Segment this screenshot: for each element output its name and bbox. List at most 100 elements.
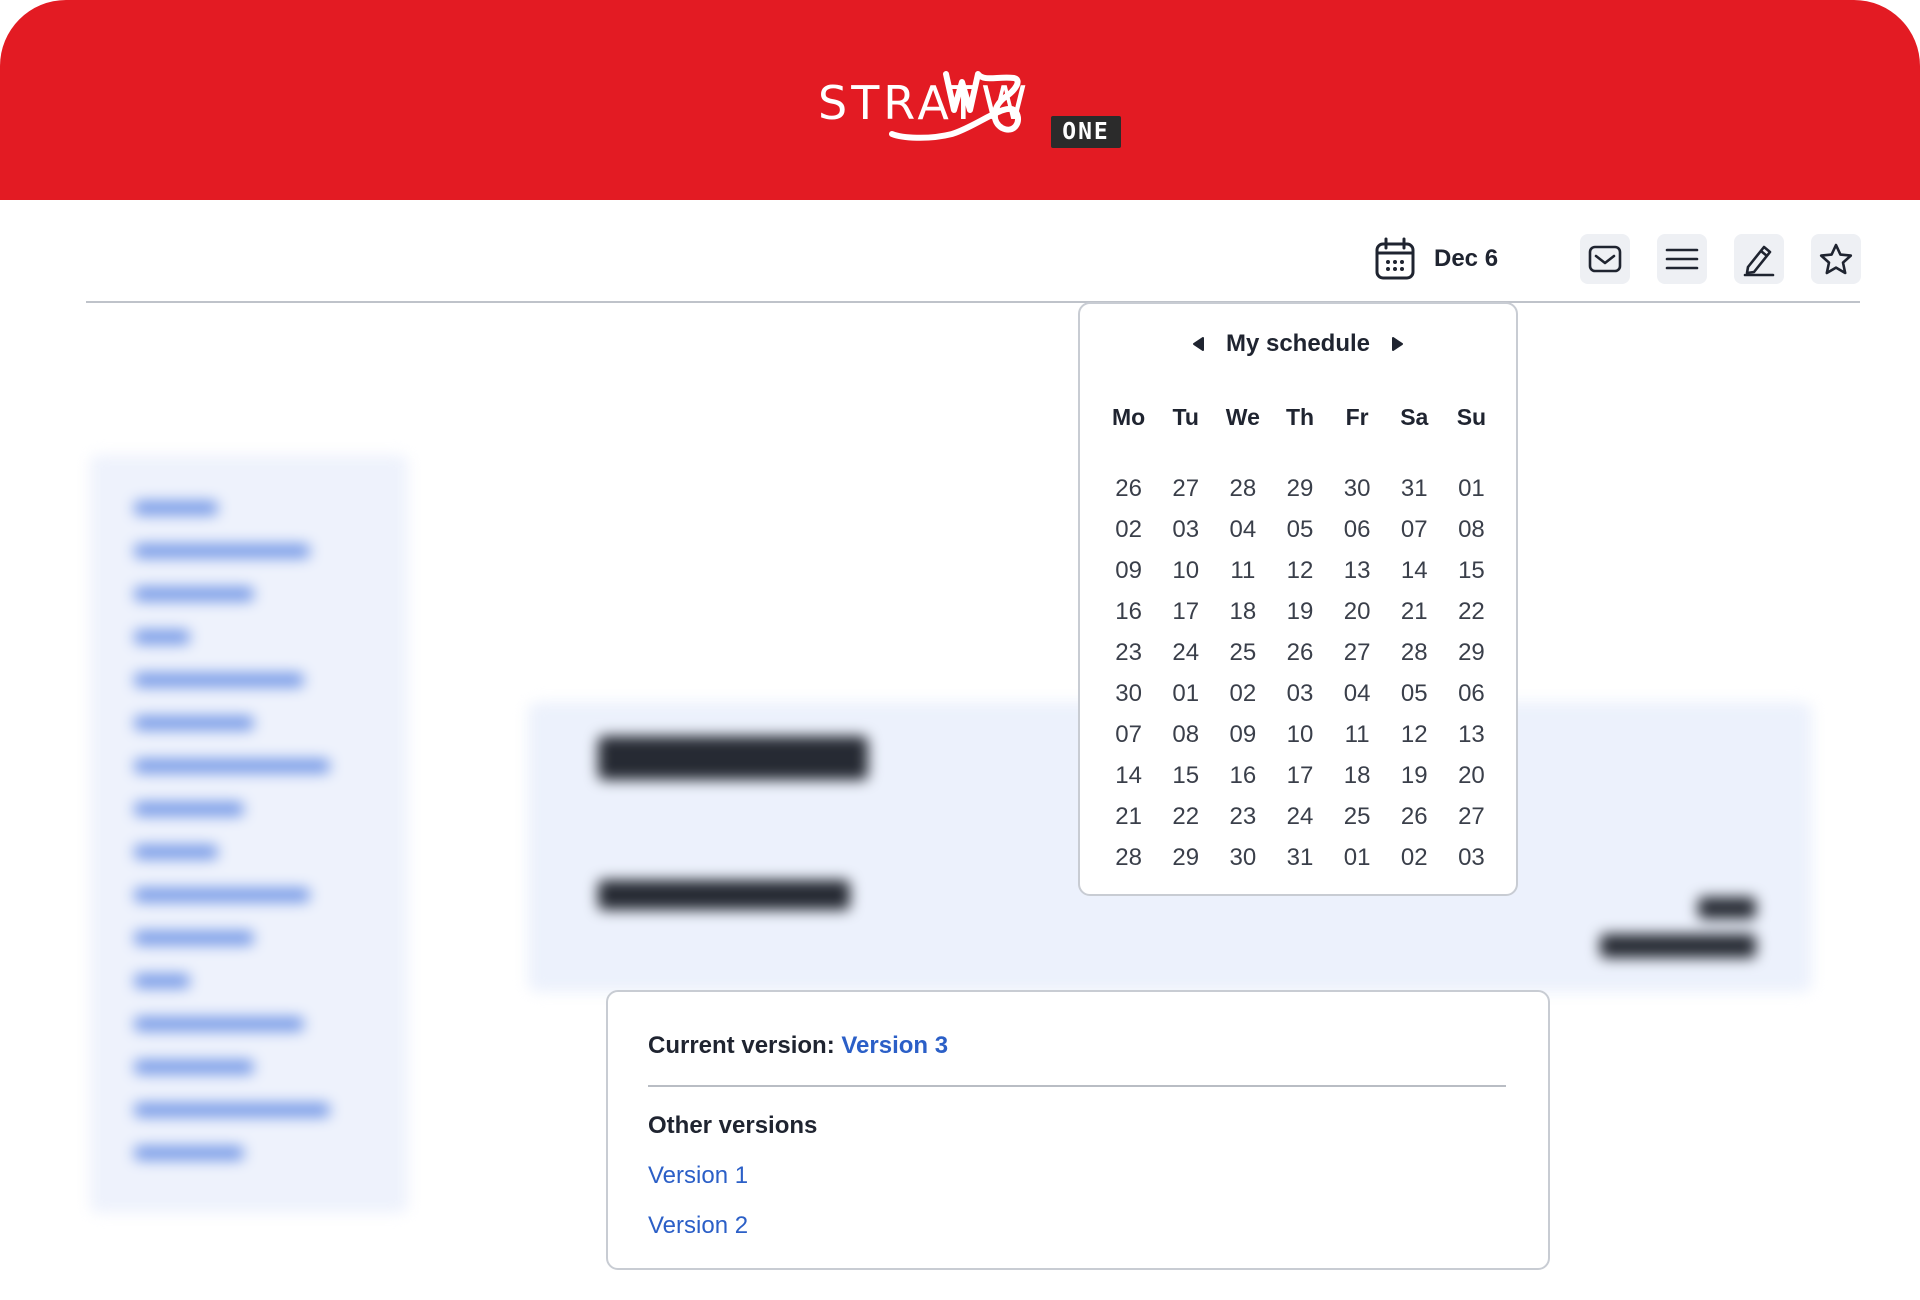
weekday-label: We (1225, 404, 1260, 430)
calendar-day[interactable]: 12 (1386, 714, 1443, 755)
calendar-day[interactable]: 28 (1100, 837, 1157, 878)
calendar-day[interactable]: 27 (1443, 796, 1500, 837)
inbox-button[interactable] (1580, 234, 1630, 284)
version-divider (648, 1085, 1506, 1087)
calendar-day[interactable]: 12 (1271, 550, 1328, 591)
inbox-icon (1588, 245, 1622, 273)
calendar-day[interactable]: 05 (1271, 509, 1328, 550)
calendar-day[interactable]: 01 (1329, 837, 1386, 878)
calendar-day[interactable]: 08 (1157, 714, 1214, 755)
calendar-day[interactable]: 30 (1214, 837, 1271, 878)
calendar-day[interactable]: 28 (1386, 632, 1443, 673)
calendar-day[interactable]: 19 (1271, 591, 1328, 632)
weekday-label: Su (1456, 404, 1487, 430)
calendar-day[interactable]: 03 (1157, 509, 1214, 550)
top-header: STRATW ONE (0, 0, 1920, 200)
calendar-day[interactable]: 25 (1329, 796, 1386, 837)
calendar-day[interactable]: 31 (1386, 468, 1443, 509)
calendar-day[interactable]: 21 (1100, 796, 1157, 837)
favorite-button[interactable] (1811, 234, 1861, 284)
calendar-day[interactable]: 04 (1214, 509, 1271, 550)
calendar-day[interactable]: 26 (1100, 468, 1157, 509)
calendar-day[interactable]: 29 (1271, 468, 1328, 509)
calendar-day[interactable]: 14 (1100, 755, 1157, 796)
calendar-day[interactable]: 02 (1100, 509, 1157, 550)
calendar-day[interactable]: 05 (1386, 673, 1443, 714)
weekday-header-row: Mo Tu We Th Fr Sa Su (1100, 404, 1500, 431)
version-panel: Current version: Version 3 Other version… (606, 990, 1550, 1270)
calendar-day[interactable]: 07 (1100, 714, 1157, 755)
version-link-1[interactable]: Version 1 (648, 1162, 748, 1190)
calendar-day[interactable]: 16 (1100, 591, 1157, 632)
calendar-day[interactable]: 02 (1214, 673, 1271, 714)
calendar-day[interactable]: 11 (1214, 550, 1271, 591)
calendar-day[interactable]: 10 (1271, 714, 1328, 755)
calendar-day[interactable]: 03 (1443, 837, 1500, 878)
calendar-day[interactable]: 09 (1214, 714, 1271, 755)
calendar-day[interactable]: 06 (1329, 509, 1386, 550)
calendar-day[interactable]: 13 (1329, 550, 1386, 591)
calendar-day[interactable]: 23 (1100, 632, 1157, 673)
calendar-day[interactable]: 31 (1271, 837, 1328, 878)
calendar-day[interactable]: 15 (1157, 755, 1214, 796)
calendar-day[interactable]: 01 (1157, 673, 1214, 714)
prev-month-button[interactable] (1188, 334, 1208, 354)
calendar-day[interactable]: 07 (1386, 509, 1443, 550)
weekday-label: Fr (1345, 404, 1369, 430)
calendar-day[interactable]: 30 (1100, 673, 1157, 714)
calendar-day[interactable]: 09 (1100, 550, 1157, 591)
version-link-2[interactable]: Version 2 (648, 1212, 748, 1240)
next-month-button[interactable] (1388, 334, 1408, 354)
calendar-day[interactable]: 15 (1443, 550, 1500, 591)
weekday-label: Th (1285, 404, 1315, 430)
calendar-day[interactable]: 24 (1271, 796, 1328, 837)
calendar-day[interactable]: 18 (1329, 755, 1386, 796)
calendar-day[interactable]: 06 (1443, 673, 1500, 714)
calendar-day[interactable]: 30 (1329, 468, 1386, 509)
arrow-left-icon (1192, 337, 1204, 351)
calendar-day[interactable]: 29 (1157, 837, 1214, 878)
calendar-day[interactable]: 22 (1157, 796, 1214, 837)
current-version-row: Current version: Version 3 (648, 1032, 948, 1060)
calendar-day[interactable]: 02 (1386, 837, 1443, 878)
calendar-day[interactable]: 08 (1443, 509, 1500, 550)
calendar-day[interactable]: 20 (1443, 755, 1500, 796)
calendar-day[interactable]: 17 (1157, 591, 1214, 632)
calendar-day[interactable]: 01 (1443, 468, 1500, 509)
schedule-calendar-popup: My schedule Mo Tu We Th Fr Sa Su 26 27 28 29 30 31 0… (1078, 302, 1518, 896)
calendar-day[interactable]: 28 (1214, 468, 1271, 509)
calendar-day[interactable]: 17 (1271, 755, 1328, 796)
calendar-day[interactable]: 19 (1386, 755, 1443, 796)
calendar-day[interactable]: 04 (1329, 673, 1386, 714)
brand-swoosh-icon (889, 71, 1022, 141)
current-version-link[interactable]: Version 3 (841, 1032, 948, 1059)
calendar-day[interactable]: 14 (1386, 550, 1443, 591)
calendar-day[interactable]: 10 (1157, 550, 1214, 591)
calendar-day[interactable]: 23 (1214, 796, 1271, 837)
calendar-day[interactable]: 18 (1214, 591, 1271, 632)
calendar-day[interactable]: 16 (1214, 755, 1271, 796)
calendar-day[interactable]: 25 (1214, 632, 1271, 673)
date-picker-trigger[interactable]: Dec 6 (1374, 234, 1498, 284)
calendar-day[interactable]: 20 (1329, 591, 1386, 632)
calendar-day[interactable]: 24 (1157, 632, 1214, 673)
calendar-title: My schedule (1225, 330, 1371, 357)
calendar-day[interactable]: 11 (1329, 714, 1386, 755)
calendar-day[interactable]: 29 (1443, 632, 1500, 673)
calendar-day[interactable]: 13 (1443, 714, 1500, 755)
menu-button[interactable] (1657, 234, 1707, 284)
calendar-day[interactable]: 26 (1386, 796, 1443, 837)
calendar-day[interactable]: 26 (1271, 632, 1328, 673)
edit-button[interactable] (1734, 234, 1784, 284)
calendar-day[interactable]: 22 (1443, 591, 1500, 632)
menu-icon (1665, 248, 1699, 270)
toolbar-divider (86, 301, 1860, 303)
calendar-day[interactable]: 21 (1386, 591, 1443, 632)
calendar-day[interactable]: 03 (1271, 673, 1328, 714)
calendar-day[interactable]: 27 (1157, 468, 1214, 509)
star-icon (1819, 243, 1853, 275)
calendar-day[interactable]: 27 (1329, 632, 1386, 673)
current-date: Dec 6 (1434, 245, 1499, 272)
calendar-icon (1375, 237, 1415, 280)
brand-logo[interactable]: STRATW ONE (818, 68, 1121, 152)
